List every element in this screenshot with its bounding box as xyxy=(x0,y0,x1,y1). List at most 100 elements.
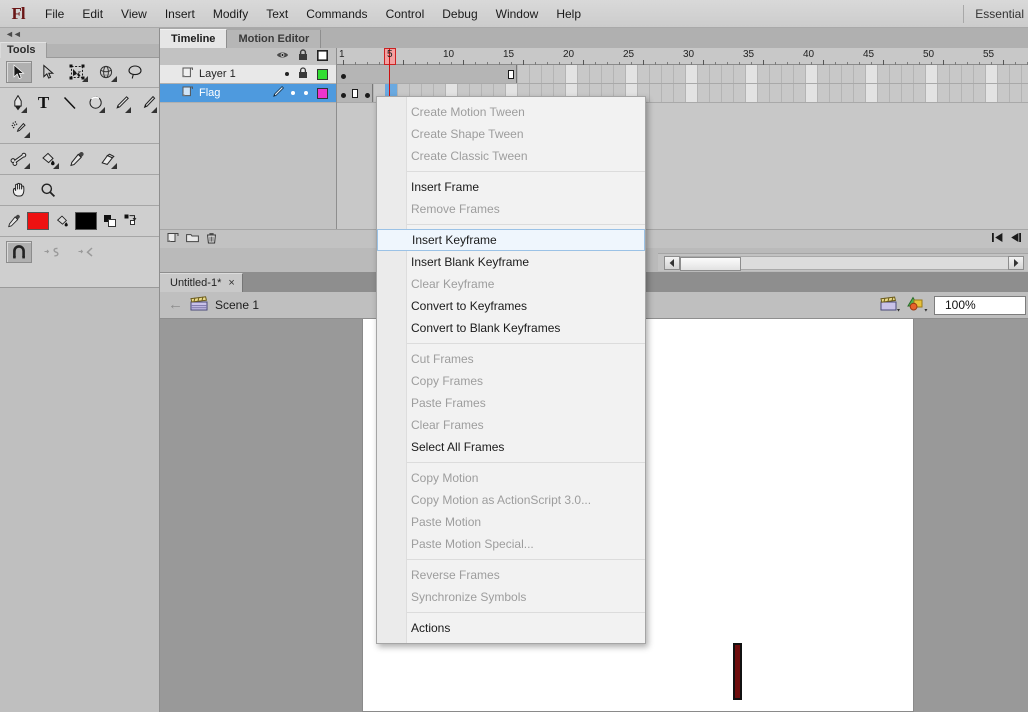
spray-brush-tool[interactable] xyxy=(6,117,32,139)
eyedropper-tool[interactable] xyxy=(64,148,90,170)
menu-item-convert-to-keyframes[interactable]: Convert to Keyframes xyxy=(377,295,645,317)
keyframe-marker[interactable] xyxy=(365,93,370,98)
layer-lock-toggle[interactable] xyxy=(298,66,308,82)
paint-bucket-tool[interactable] xyxy=(35,148,61,170)
tab-tools[interactable]: Tools xyxy=(0,42,47,58)
layer-visibility-toggle[interactable] xyxy=(285,72,289,76)
smooth-option-icon[interactable] xyxy=(40,241,66,263)
new-folder-icon[interactable] xyxy=(186,232,199,246)
menu-insert[interactable]: Insert xyxy=(156,0,204,28)
go-to-first-frame-icon[interactable] xyxy=(991,232,1004,246)
outline-square-icon[interactable] xyxy=(317,49,328,64)
menu-window[interactable]: Window xyxy=(487,0,548,28)
frame-cell-shaded[interactable] xyxy=(565,65,577,83)
menu-item-insert-frame[interactable]: Insert Frame xyxy=(377,176,645,198)
layer-visibility-toggle[interactable] xyxy=(291,91,295,95)
step-back-one-frame-icon[interactable] xyxy=(1009,232,1022,246)
frame-cell-shaded[interactable] xyxy=(625,65,637,83)
zoom-level-field[interactable]: 100% xyxy=(934,296,1026,315)
scroll-right-button[interactable] xyxy=(1008,255,1024,270)
menu-debug[interactable]: Debug xyxy=(433,0,486,28)
layer-row-layer-1[interactable]: Layer 1 xyxy=(160,65,336,84)
tab-motion-editor[interactable]: Motion Editor xyxy=(227,30,322,48)
lasso-tool[interactable] xyxy=(122,61,148,83)
frame-cell-shaded[interactable] xyxy=(925,65,937,83)
frame-cell-shaded[interactable] xyxy=(745,65,757,83)
oval-tool[interactable] xyxy=(84,92,107,114)
line-tool[interactable] xyxy=(58,92,81,114)
menu-help[interactable]: Help xyxy=(547,0,590,28)
close-icon[interactable]: × xyxy=(228,277,234,289)
scene-label[interactable]: Scene 1 xyxy=(215,298,259,312)
3d-rotation-tool[interactable] xyxy=(93,61,119,83)
menu-item-insert-keyframe[interactable]: Insert Keyframe xyxy=(377,229,645,251)
menu-item-select-all-frames[interactable]: Select All Frames xyxy=(377,436,645,458)
menu-item-actions[interactable]: Actions xyxy=(377,617,645,639)
tab-timeline[interactable]: Timeline xyxy=(160,29,228,48)
menu-item-convert-to-blank-keyframes[interactable]: Convert to Blank Keyframes xyxy=(377,317,645,339)
swap-colors-button[interactable] xyxy=(123,210,139,232)
stroke-color-swatch[interactable] xyxy=(27,212,49,230)
timeline-ruler[interactable]: 15101520253035404550556065707580855 xyxy=(337,48,1028,65)
frame-cell-shaded[interactable] xyxy=(985,65,997,83)
eraser-tool[interactable] xyxy=(93,148,119,170)
new-layer-icon[interactable] xyxy=(167,232,179,246)
edit-scene-icon[interactable] xyxy=(880,296,900,315)
scroll-track[interactable] xyxy=(680,255,1008,271)
subselection-tool[interactable] xyxy=(35,61,61,83)
menu-text[interactable]: Text xyxy=(257,0,297,28)
zoom-tool[interactable] xyxy=(35,179,61,201)
hand-tool[interactable] xyxy=(6,179,32,201)
snap-to-objects-icon[interactable] xyxy=(6,241,32,263)
frame-cell-shaded[interactable] xyxy=(685,84,697,102)
menu-edit[interactable]: Edit xyxy=(73,0,112,28)
black-and-white-button[interactable] xyxy=(102,210,118,232)
free-transform-tool[interactable] xyxy=(64,61,90,83)
frame-cell-shaded[interactable] xyxy=(805,65,817,83)
frame-span[interactable] xyxy=(337,65,517,83)
layer-outline-color[interactable] xyxy=(317,68,328,80)
pencil-tool[interactable] xyxy=(110,92,133,114)
frame-cell-shaded[interactable] xyxy=(985,84,997,102)
back-arrow-icon[interactable]: ← xyxy=(168,297,183,312)
delete-layer-icon[interactable] xyxy=(206,232,217,247)
menu-view[interactable]: View xyxy=(112,0,156,28)
eye-icon[interactable] xyxy=(276,50,289,63)
menu-control[interactable]: Control xyxy=(377,0,434,28)
straighten-option-icon[interactable] xyxy=(74,241,100,263)
layer-lock-toggle[interactable] xyxy=(304,91,308,95)
layer-outline-color[interactable] xyxy=(317,87,328,99)
frame-cell-shaded[interactable] xyxy=(865,65,877,83)
pen-tool[interactable] xyxy=(6,92,29,114)
workspace-switcher[interactable]: Essential xyxy=(975,0,1028,28)
menu-modify[interactable]: Modify xyxy=(204,0,257,28)
text-tool[interactable]: T xyxy=(32,92,55,114)
frame-cell-shaded[interactable] xyxy=(805,84,817,102)
frame-cell-shaded[interactable] xyxy=(745,84,757,102)
keyframe-marker[interactable] xyxy=(341,93,346,98)
stage-horizontal-scrollbar[interactable] xyxy=(658,253,1028,271)
keyframe-marker[interactable] xyxy=(341,74,346,79)
fill-color-swatch[interactable] xyxy=(75,212,97,230)
blank-keyframe-marker[interactable] xyxy=(352,89,358,98)
fill-color-picker[interactable] xyxy=(54,210,70,232)
scroll-thumb[interactable] xyxy=(680,256,741,271)
frame-strip-layer-1[interactable] xyxy=(337,65,1028,84)
frame-cell-shaded[interactable] xyxy=(865,84,877,102)
menu-commands[interactable]: Commands xyxy=(297,0,376,28)
edit-symbols-icon[interactable] xyxy=(906,296,928,315)
flag-pole-shape[interactable] xyxy=(733,643,742,700)
menu-item-insert-blank-keyframe[interactable]: Insert Blank Keyframe xyxy=(377,251,645,273)
brush-tool[interactable] xyxy=(136,92,159,114)
selection-tool[interactable] xyxy=(6,61,32,83)
bone-tool[interactable] xyxy=(6,148,32,170)
menu-file[interactable]: File xyxy=(36,0,73,28)
layer-row-flag[interactable]: Flag xyxy=(160,84,336,103)
stroke-color-picker[interactable] xyxy=(6,210,22,232)
frame-context-menu[interactable]: Create Motion Tween Create Shape Tween Cre… xyxy=(376,96,646,644)
scroll-left-button[interactable] xyxy=(664,255,680,270)
frame-cell-shaded[interactable] xyxy=(685,65,697,83)
frame-cell-shaded[interactable] xyxy=(925,84,937,102)
blank-keyframe-marker[interactable] xyxy=(508,70,514,79)
collapse-panel-button[interactable]: ◄◄ xyxy=(0,28,159,42)
